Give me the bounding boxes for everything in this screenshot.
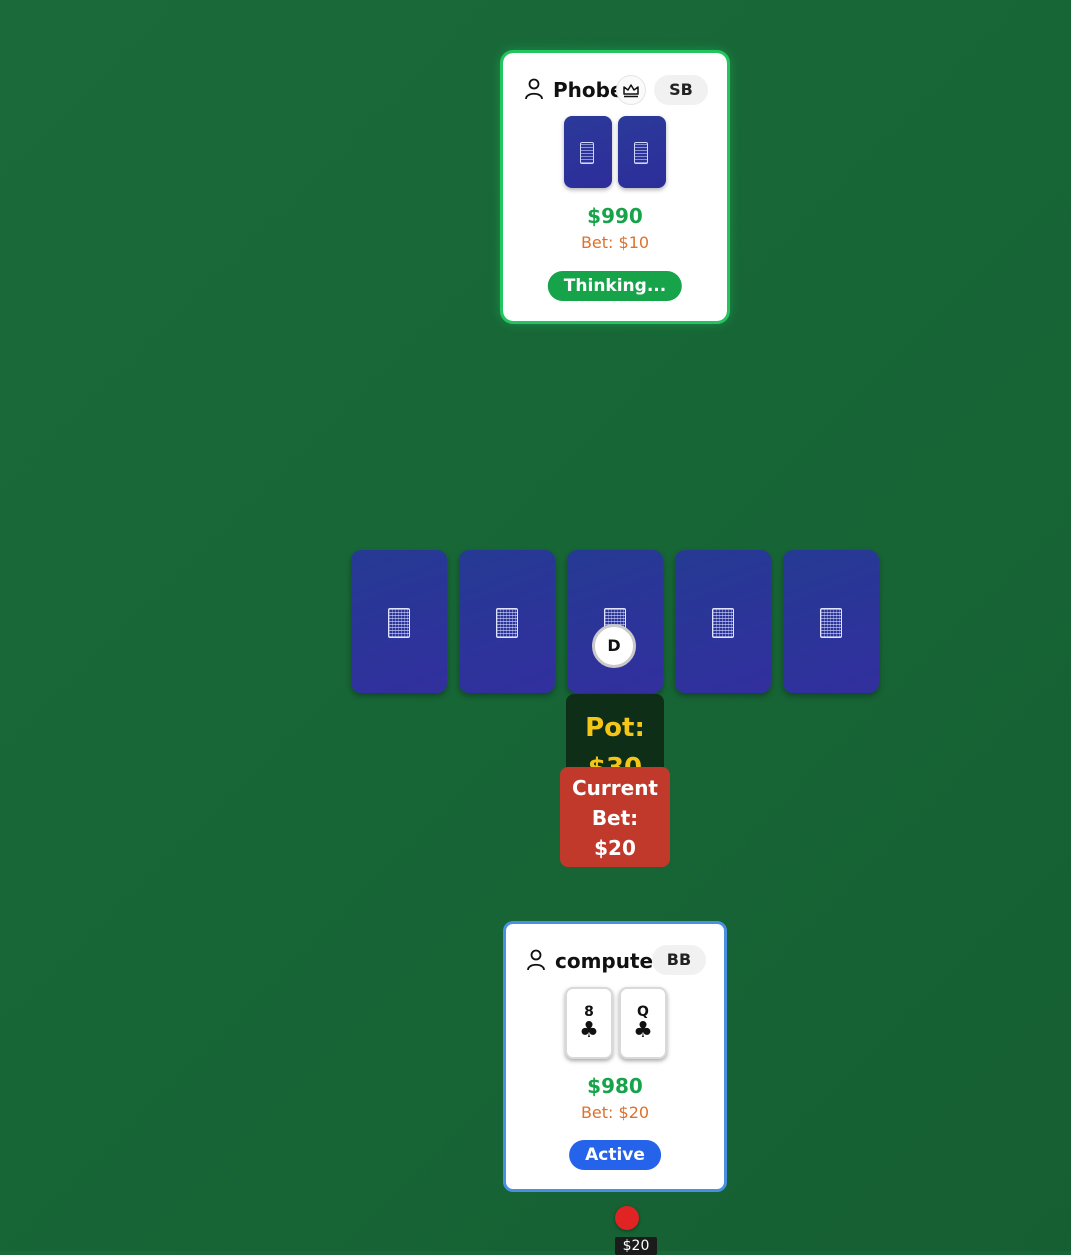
opponent-header: Phobe SB <box>503 75 727 105</box>
blind-badge: SB <box>654 75 708 105</box>
player-status-badge: Active <box>569 1140 661 1170</box>
player-bet: Bet: $20 <box>580 1103 650 1122</box>
user-icon <box>527 949 545 971</box>
crown-icon <box>616 75 646 105</box>
playing-card: Q ♣ <box>619 987 667 1059</box>
card-back <box>618 116 666 188</box>
current-bet-display: Current Bet: $20 <box>560 767 670 867</box>
opponent-bet: Bet: $10 <box>580 233 650 252</box>
player-panel: computer BB 8 ♣ Q ♣ $980 Bet: $20 Active <box>503 921 727 1192</box>
dealer-button: D <box>592 624 636 668</box>
current-bet-value: $20 <box>594 836 636 860</box>
club-icon: ♣ <box>633 1018 653 1043</box>
opponent-status-badge: Thinking... <box>547 271 683 301</box>
user-icon <box>525 78 543 100</box>
club-icon: ♣ <box>579 1018 599 1043</box>
blind-badge: BB <box>652 945 706 975</box>
opponent-chips: $990 <box>587 204 643 228</box>
opponent-name: Phobe <box>553 78 624 102</box>
community-card <box>567 550 663 693</box>
pot-label: Pot: <box>585 713 645 743</box>
community-card <box>675 550 771 693</box>
community-card <box>459 550 555 693</box>
card-back <box>564 116 612 188</box>
bet-chip-icon <box>615 1206 639 1230</box>
opponent-hand <box>503 116 727 188</box>
bet-chip-label: $20 <box>615 1237 657 1255</box>
opponent-panel: Phobe SB $990 Bet: $10 Thinking... <box>500 50 730 324</box>
community-card <box>783 550 879 693</box>
player-chips: $980 <box>587 1074 643 1098</box>
player-hand: 8 ♣ Q ♣ <box>506 987 724 1059</box>
player-header: computer BB <box>506 945 724 975</box>
playing-card: 8 ♣ <box>565 987 613 1059</box>
current-bet-label-1: Current <box>571 776 658 800</box>
community-card <box>351 550 447 693</box>
current-bet-label-2: Bet: <box>591 806 639 830</box>
player-name: computer <box>555 949 663 973</box>
